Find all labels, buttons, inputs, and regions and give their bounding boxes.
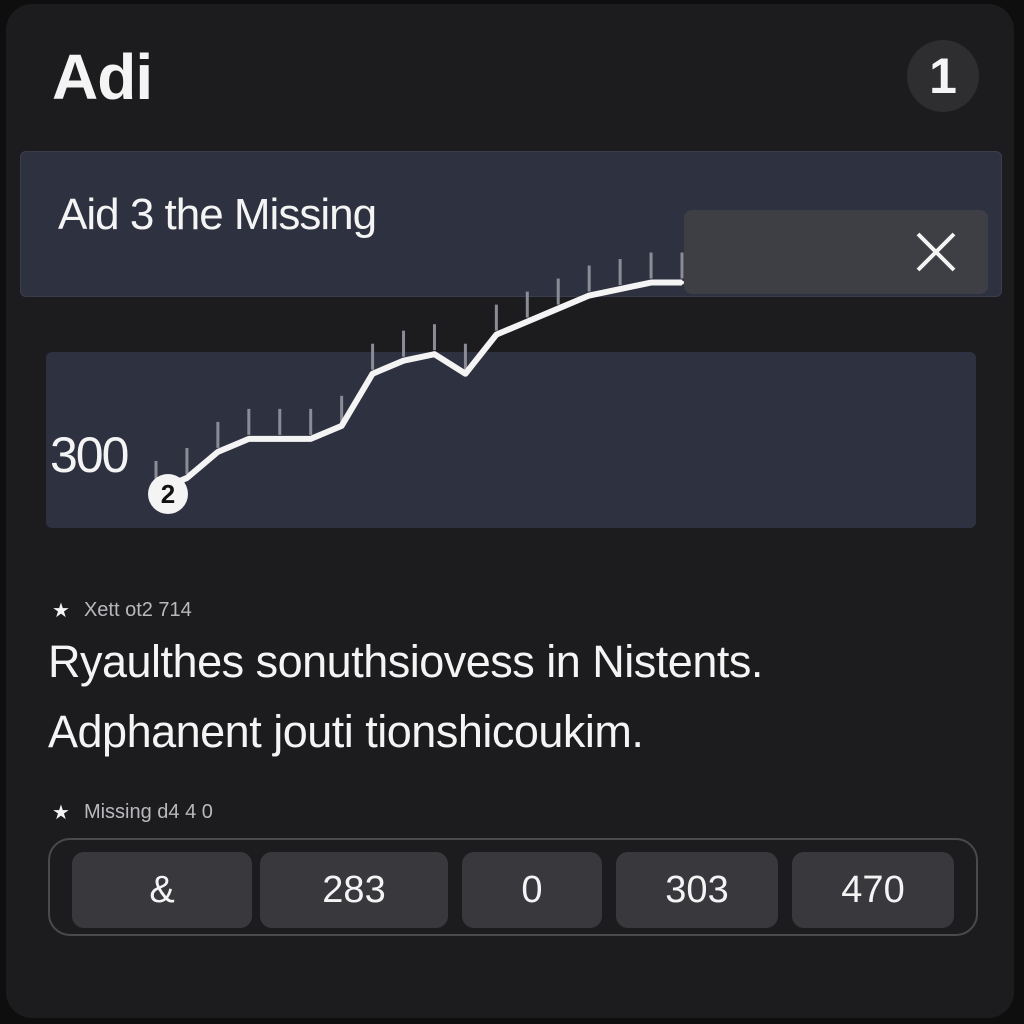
section-meta-text: Xett ot2 714 (83, 599, 192, 621)
chart-point-4 (277, 436, 282, 441)
chart-point-5 (308, 436, 313, 441)
description-line-2: Adphanent jouti tionshicoukim. (48, 706, 644, 757)
description-line-1: Ryaulthes sonuthsiovess in Nistents. (48, 636, 763, 687)
app-panel: Adi 1 Aid 3 the Missing 300 2 ★ Xett ot2… (6, 4, 1014, 1018)
chart-point-16 (649, 280, 654, 285)
value-chip-1[interactable]: & (72, 852, 252, 928)
chart-point-9 (432, 352, 437, 357)
line-chart (154, 252, 684, 494)
chart-point-3 (246, 436, 251, 441)
chart-point-1 (184, 475, 189, 480)
values-row: & 283 0 303 470 (48, 838, 978, 936)
chart-value-label: 300 (50, 427, 129, 483)
section-meta: ★ Xett ot2 714 (52, 598, 192, 623)
chart-point-8 (401, 358, 406, 363)
star-icon: ★ (52, 600, 70, 622)
values-meta: ★ Missing d4 4 0 (52, 800, 213, 825)
chart-series-line (154, 279, 682, 494)
chart-point-marker[interactable]: 2 (148, 474, 188, 514)
chart-point-14 (587, 293, 592, 298)
value-chip-2[interactable]: 283 (260, 852, 448, 928)
close-button[interactable] (684, 210, 988, 294)
chart-point-11 (494, 332, 499, 337)
chart-point-7 (370, 371, 375, 376)
value-chip-4[interactable]: 303 (616, 852, 778, 928)
values-meta-text: Missing d4 4 0 (83, 801, 213, 823)
star-icon: ★ (52, 802, 70, 824)
chart-point-6 (339, 423, 344, 428)
close-icon (916, 232, 956, 272)
chart-point-2 (215, 449, 220, 454)
chart-point-13 (556, 306, 561, 311)
chart-point-15 (618, 287, 623, 292)
value-chip-5[interactable]: 470 (792, 852, 954, 928)
value-chip-3[interactable]: 0 (462, 852, 602, 928)
chart-point-10 (463, 371, 468, 376)
chart-point-12 (525, 319, 530, 324)
